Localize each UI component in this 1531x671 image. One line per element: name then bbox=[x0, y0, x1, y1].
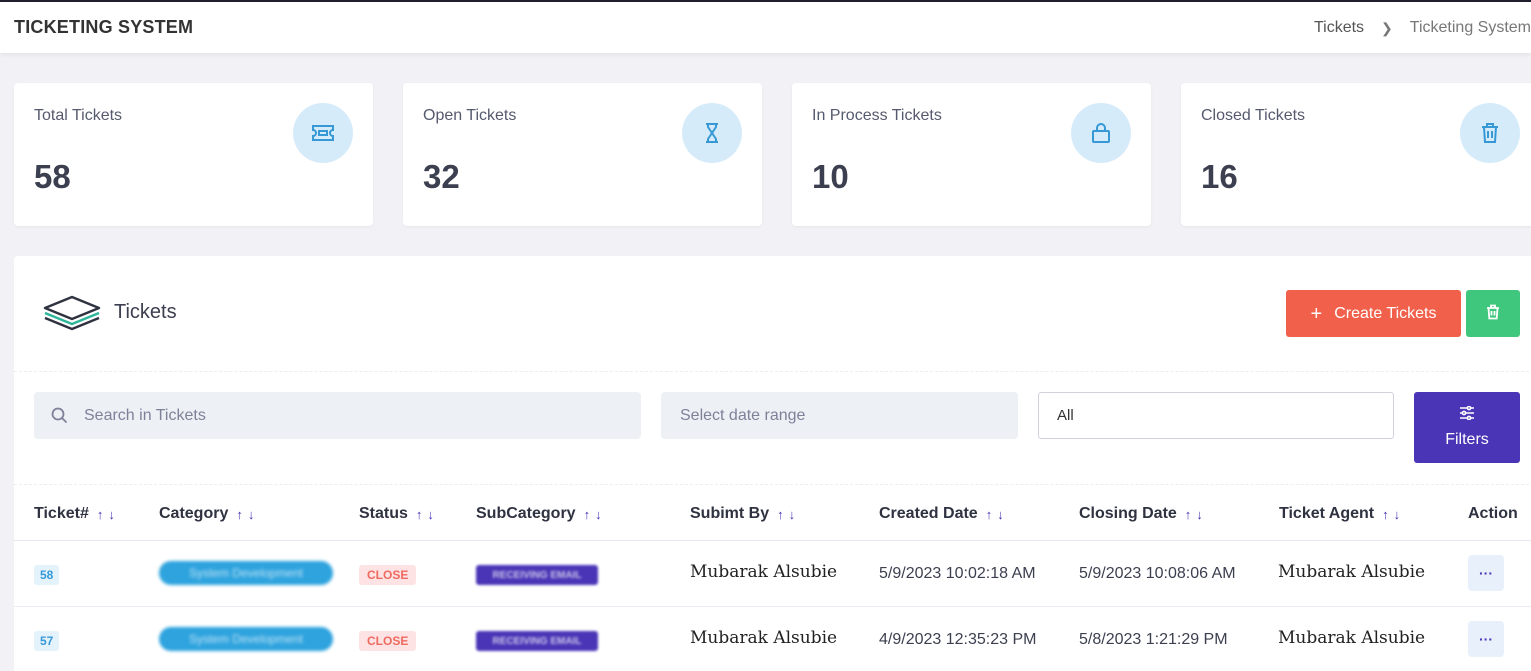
column-category[interactable]: Category ↑↓ bbox=[159, 505, 259, 523]
top-bar: TICKETING SYSTEM Tickets ❯ Ticketing Sys… bbox=[0, 0, 1531, 53]
panel-header: Tickets + Create Tickets bbox=[14, 256, 1531, 372]
more-actions-button[interactable]: ··· bbox=[1468, 555, 1504, 591]
category-badge: System Development bbox=[159, 561, 333, 585]
filters-label: Filters bbox=[1445, 431, 1489, 448]
filters-button[interactable]: Filters bbox=[1414, 392, 1520, 463]
sort-arrows-icon[interactable]: ↑↓ bbox=[986, 507, 1009, 522]
stat-label: Closed Tickets bbox=[1201, 107, 1306, 124]
column-created-date[interactable]: Created Date ↑↓ bbox=[879, 505, 1009, 523]
category-badge: System Development bbox=[159, 627, 333, 651]
date-range-box bbox=[661, 392, 1018, 439]
search-input[interactable] bbox=[84, 392, 624, 439]
more-actions-button[interactable]: ··· bbox=[1468, 621, 1504, 657]
stat-card-in-process: In Process Tickets 10 bbox=[792, 83, 1151, 226]
sort-arrows-icon[interactable]: ↑↓ bbox=[777, 507, 800, 522]
column-submit-by[interactable]: Subimt By ↑↓ bbox=[690, 505, 800, 523]
column-subcategory[interactable]: SubCategory ↑↓ bbox=[476, 505, 607, 523]
sliders-icon bbox=[1459, 405, 1475, 425]
closing-date: 5/8/2023 1:21:29 PM bbox=[1079, 631, 1228, 648]
chevron-right-icon: ❯ bbox=[1381, 19, 1393, 36]
submit-by: Mubarak Alsubie bbox=[690, 628, 838, 648]
search-box bbox=[34, 392, 641, 439]
status-select[interactable]: All bbox=[1038, 392, 1394, 439]
stat-card-total: Total Tickets 58 bbox=[14, 83, 373, 226]
delete-button[interactable] bbox=[1466, 290, 1520, 337]
ticket-agent: Mubarak Alsubie bbox=[1278, 628, 1426, 648]
app-title: TICKETING SYSTEM bbox=[14, 17, 194, 37]
sort-arrows-icon[interactable]: ↑↓ bbox=[584, 507, 607, 522]
status-badge: CLOSE bbox=[359, 631, 417, 651]
search-icon bbox=[51, 407, 68, 429]
sort-arrows-icon[interactable]: ↑↓ bbox=[416, 507, 439, 522]
stat-value: 10 bbox=[812, 158, 849, 195]
column-ticket[interactable]: Ticket# ↑↓ bbox=[34, 505, 120, 523]
subcategory-badge: RECEIVING EMAIL bbox=[476, 631, 598, 651]
plus-icon: + bbox=[1310, 302, 1323, 325]
tickets-panel: Tickets + Create Tickets All Filters Tic… bbox=[14, 256, 1531, 671]
breadcrumb: Tickets ❯ Ticketing System bbox=[1314, 19, 1531, 37]
stat-value: 58 bbox=[34, 158, 71, 195]
ticket-id-badge[interactable]: 58 bbox=[34, 565, 60, 585]
trash-icon bbox=[1486, 304, 1500, 323]
breadcrumb-current: Ticketing System bbox=[1409, 19, 1531, 36]
column-ticket-agent[interactable]: Ticket Agent ↑↓ bbox=[1279, 505, 1405, 523]
stat-card-closed: Closed Tickets 16 bbox=[1181, 83, 1531, 226]
ticket-agent: Mubarak Alsubie bbox=[1278, 562, 1426, 582]
stat-label: Total Tickets bbox=[34, 107, 123, 124]
create-tickets-button[interactable]: + Create Tickets bbox=[1286, 290, 1461, 337]
lock-icon bbox=[1071, 103, 1131, 163]
column-status[interactable]: Status ↑↓ bbox=[359, 505, 439, 523]
stat-value: 32 bbox=[423, 158, 460, 195]
trash-icon bbox=[1460, 103, 1520, 163]
column-action: Action bbox=[1468, 505, 1518, 522]
ticket-icon bbox=[293, 103, 353, 163]
create-tickets-label: Create Tickets bbox=[1334, 304, 1437, 322]
stat-label: In Process Tickets bbox=[812, 107, 942, 124]
created-date: 4/9/2023 12:35:23 PM bbox=[879, 631, 1037, 648]
stat-label: Open Tickets bbox=[423, 107, 517, 124]
stat-card-open: Open Tickets 32 bbox=[403, 83, 762, 226]
status-badge: CLOSE bbox=[359, 565, 417, 585]
stat-value: 16 bbox=[1201, 158, 1238, 195]
breadcrumb-tickets[interactable]: Tickets bbox=[1314, 19, 1364, 37]
ticket-id-badge[interactable]: 57 bbox=[34, 631, 60, 651]
closing-date: 5/9/2023 10:08:06 AM bbox=[1079, 565, 1236, 582]
created-date: 5/9/2023 10:02:18 AM bbox=[879, 565, 1036, 582]
column-closing-date[interactable]: Closing Date ↑↓ bbox=[1079, 505, 1208, 523]
hourglass-icon bbox=[682, 103, 742, 163]
date-range-input[interactable] bbox=[661, 392, 1018, 439]
sort-arrows-icon[interactable]: ↑↓ bbox=[97, 507, 120, 522]
subcategory-badge: RECEIVING EMAIL bbox=[476, 565, 598, 585]
sort-arrows-icon[interactable]: ↑↓ bbox=[236, 507, 259, 522]
table-row: 57 System Development CLOSE RECEIVING EM… bbox=[14, 607, 1531, 671]
table-row: 58 System Development CLOSE RECEIVING EM… bbox=[14, 541, 1531, 607]
sort-arrows-icon[interactable]: ↑↓ bbox=[1382, 507, 1405, 522]
layers-icon bbox=[42, 294, 102, 337]
submit-by: Mubarak Alsubie bbox=[690, 562, 838, 582]
panel-title: Tickets bbox=[114, 301, 177, 323]
sort-arrows-icon[interactable]: ↑↓ bbox=[1185, 507, 1208, 522]
table-header: Ticket# ↑↓ Category ↑↓ Status ↑↓ SubCategor… bbox=[14, 484, 1531, 541]
